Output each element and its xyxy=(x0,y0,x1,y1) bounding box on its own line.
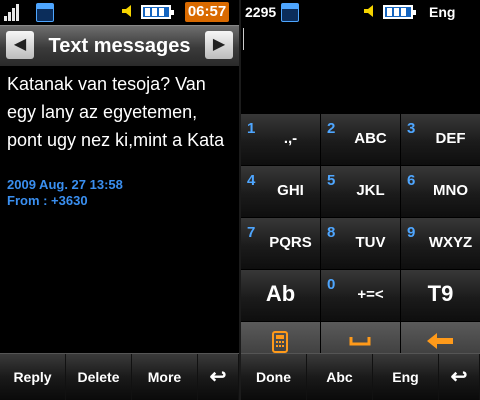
keypad: 1 .,- 2 ABC 3 DEF 4 GHI 5 JKL 6 MNO 7 PQRS 8 TUV… xyxy=(241,114,480,363)
softkey-bar: Reply Delete More ↩ xyxy=(0,353,239,400)
key-row: 4 GHI 5 JKL 6 MNO xyxy=(241,166,480,218)
status-bar: 2295 Eng xyxy=(241,0,480,24)
message-line: Katanak van tesoja? Van xyxy=(7,74,206,94)
text-input[interactable] xyxy=(241,24,480,112)
input-language: Eng xyxy=(429,4,456,20)
language-button[interactable]: Eng xyxy=(373,354,439,400)
key-8[interactable]: 8 TUV xyxy=(321,218,401,269)
speaker-icon xyxy=(364,5,373,17)
back-arrow-icon[interactable]: ↩ xyxy=(198,354,239,400)
abc-mode-button[interactable]: Abc xyxy=(307,354,373,400)
message-sender: From : +3630 xyxy=(7,193,88,208)
battery-icon xyxy=(141,5,174,19)
title-bar: ◀ Text messages ▶ xyxy=(0,25,239,66)
key-row: 1 .,- 2 ABC 3 DEF xyxy=(241,114,480,166)
softkey-bar: Done Abc Eng ↩ xyxy=(241,353,480,400)
text-cursor xyxy=(243,28,244,50)
char-counter: 2295 xyxy=(245,4,277,20)
signal-icon xyxy=(4,3,22,21)
message-meta: 2009 Aug. 27 13:58 From : +3630 xyxy=(7,177,123,209)
arrow-right-icon[interactable]: ▶ xyxy=(205,31,233,59)
t9-key[interactable]: T9 xyxy=(401,270,480,321)
case-toggle-key[interactable]: Ab xyxy=(241,270,321,321)
key-2[interactable]: 2 ABC xyxy=(321,114,401,165)
key-row: Ab 0 +=< T9 xyxy=(241,270,480,322)
keypad-panel: 2295 Eng 1 .,- 2 ABC 3 DEF 4 GHI 5 JKL 6 MNO 7… xyxy=(241,0,480,400)
reply-button[interactable]: Reply xyxy=(0,354,66,400)
message-body: Katanak van tesoja? Van egy lany az egye… xyxy=(7,70,235,154)
key-1[interactable]: 1 .,- xyxy=(241,114,321,165)
key-5[interactable]: 5 JKL xyxy=(321,166,401,217)
key-7[interactable]: 7 PQRS xyxy=(241,218,321,269)
message-date: 2009 Aug. 27 13:58 xyxy=(7,177,123,192)
key-3[interactable]: 3 DEF xyxy=(401,114,480,165)
more-button[interactable]: More xyxy=(132,354,198,400)
calendar-icon xyxy=(36,3,54,22)
back-arrow-icon[interactable]: ↩ xyxy=(439,354,480,400)
arrow-left-icon[interactable]: ◀ xyxy=(6,31,34,59)
key-0[interactable]: 0 +=< xyxy=(321,270,401,321)
status-bar: 06:57 xyxy=(0,0,239,24)
clock: 06:57 xyxy=(185,2,229,22)
messages-panel: 06:57 ◀ Text messages ▶ Katanak van teso… xyxy=(0,0,239,400)
key-row: 7 PQRS 8 TUV 9 WXYZ xyxy=(241,218,480,270)
done-button[interactable]: Done xyxy=(241,354,307,400)
speaker-icon xyxy=(122,5,131,17)
message-line: pont ugy nez ki,mint a Kata xyxy=(7,130,225,150)
message-line: egy lany az egyetemen, xyxy=(7,102,198,122)
key-9[interactable]: 9 WXYZ xyxy=(401,218,480,269)
battery-icon xyxy=(383,5,416,19)
calendar-icon xyxy=(281,3,299,22)
key-6[interactable]: 6 MNO xyxy=(401,166,480,217)
delete-button[interactable]: Delete xyxy=(66,354,132,400)
key-4[interactable]: 4 GHI xyxy=(241,166,321,217)
page-title: Text messages xyxy=(48,35,191,57)
